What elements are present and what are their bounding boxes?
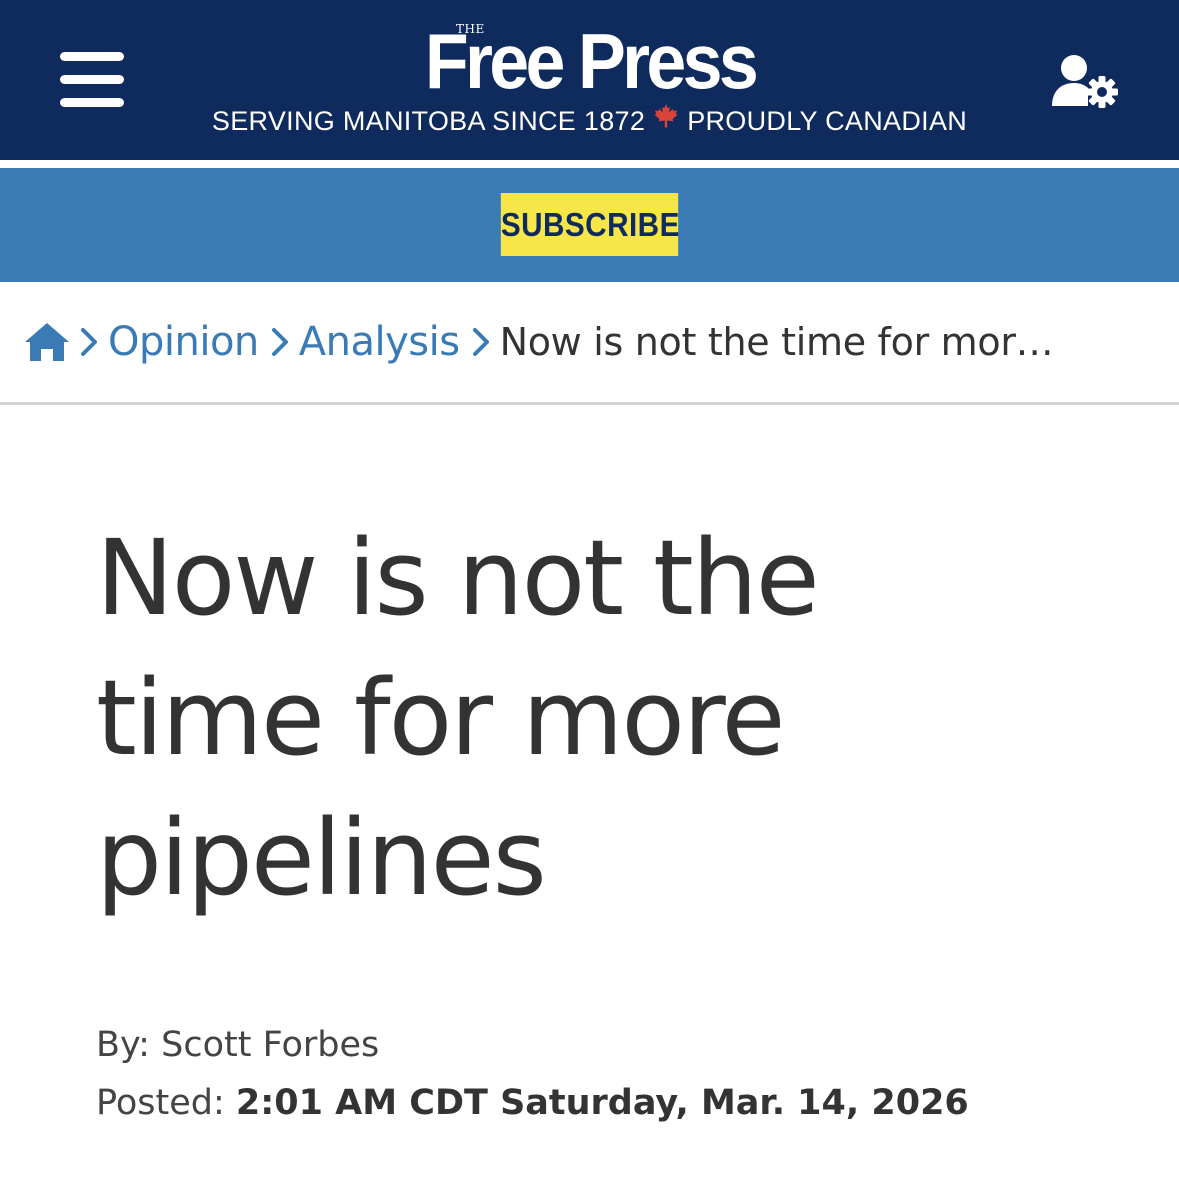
- masthead-separator: [0, 160, 1179, 168]
- breadcrumb-opinion[interactable]: Opinion: [104, 319, 265, 365]
- menu-line: [60, 75, 124, 84]
- subscribe-button[interactable]: SUBSCRIBE: [500, 193, 679, 256]
- breadcrumb-current: Now is not the time for mor…: [499, 320, 1054, 364]
- chevron-right-icon: [74, 327, 104, 357]
- tagline: SERVING MANITOBA SINCE 1872 PROUDLY CANAD…: [0, 103, 1179, 140]
- chevron-right-icon: [466, 327, 496, 357]
- menu-line: [60, 52, 124, 61]
- logo-the: THE: [456, 22, 485, 36]
- hamburger-menu-icon[interactable]: [60, 52, 124, 108]
- home-icon[interactable]: [22, 318, 74, 366]
- author-name: Scott Forbes: [161, 1025, 380, 1065]
- breadcrumb: Opinion Analysis Now is not the time for…: [22, 312, 1162, 372]
- posted-timestamp: Posted: 2:01 AM CDT Saturday, Mar. 14, 2…: [96, 1080, 969, 1126]
- site-logo[interactable]: Free Press THE: [400, 14, 780, 105]
- divider: [0, 402, 1179, 405]
- tagline-right: PROUDLY CANADIAN: [687, 106, 968, 136]
- posted-datetime: 2:01 AM CDT Saturday, Mar. 14, 2026: [235, 1083, 969, 1123]
- byline-prefix: By:: [96, 1025, 150, 1065]
- maple-leaf-icon: [653, 103, 679, 137]
- byline: By: Scott Forbes: [96, 1022, 379, 1068]
- breadcrumb-analysis[interactable]: Analysis: [295, 319, 466, 365]
- posted-prefix: Posted:: [96, 1083, 225, 1123]
- tagline-left: SERVING MANITOBA SINCE 1872: [211, 106, 646, 136]
- user-settings-icon[interactable]: [1050, 52, 1122, 110]
- article-headline: Now is not the time for more pipelines: [96, 517, 820, 919]
- chevron-right-icon: [265, 327, 295, 357]
